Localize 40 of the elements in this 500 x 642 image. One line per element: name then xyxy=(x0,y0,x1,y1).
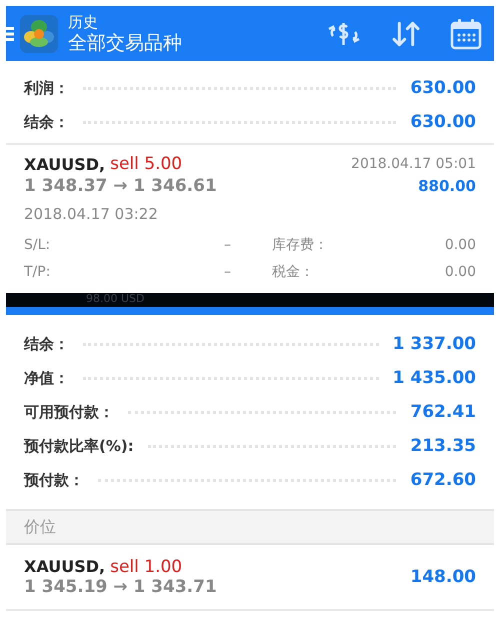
deal-prices: 1 348.37 → 1 346.61 xyxy=(24,176,217,196)
calendar-icon xyxy=(450,18,482,50)
account-label: 结余： xyxy=(24,334,69,354)
position-profit: 148.00 xyxy=(410,567,476,587)
menu-icon[interactable] xyxy=(6,26,14,42)
account-label: 预付款： xyxy=(24,470,84,490)
position-side: sell 1.00 xyxy=(110,557,182,577)
screen-title: 历史 xyxy=(68,12,99,30)
app-logo-icon xyxy=(20,14,58,52)
deal-symbol: XAUUSD, xyxy=(24,154,106,174)
deal-profit: 880.00 xyxy=(418,177,476,195)
position-symbol: XAUUSD, xyxy=(24,557,106,576)
account-label: 可用预付款： xyxy=(24,402,114,422)
account-value: 1 337.00 xyxy=(392,334,476,354)
symbol-filter-title: 全部交易品种 xyxy=(68,30,183,54)
detail-label: 税金： xyxy=(272,262,315,280)
account-value: 762.41 xyxy=(410,402,476,422)
account-value: 672.60 xyxy=(410,470,476,490)
detail-label: 库存费： xyxy=(272,236,329,254)
deal-side: sell 5.00 xyxy=(110,154,182,174)
detail-label: S/L: xyxy=(24,236,52,252)
deal-open-time: 2018.04.17 03:22 xyxy=(24,205,158,223)
account-value: 1 435.00 xyxy=(392,368,476,388)
detail-value: – xyxy=(224,236,232,252)
account-value: 213.35 xyxy=(410,436,476,456)
detail-value: 0.00 xyxy=(444,264,476,280)
section-title: 价位 xyxy=(24,516,56,538)
summary-value: 630.00 xyxy=(410,112,476,132)
summary-label: 利润： xyxy=(24,78,69,98)
account-label: 预付款比率(%): xyxy=(24,436,134,456)
summary-value: 630.00 xyxy=(410,78,476,98)
detail-value: – xyxy=(224,264,232,280)
deal-close-time: 2018.04.17 05:01 xyxy=(351,156,476,172)
strip-text: 98.00 USD xyxy=(86,293,144,305)
calendar-button[interactable] xyxy=(450,18,482,50)
position-prices: 1 345.19 → 1 343.71 xyxy=(24,577,217,597)
summary-label: 结余： xyxy=(24,112,69,132)
detail-value: 0.00 xyxy=(444,236,476,252)
account-label: 净值： xyxy=(24,368,69,388)
detail-label: T/P: xyxy=(24,264,52,280)
